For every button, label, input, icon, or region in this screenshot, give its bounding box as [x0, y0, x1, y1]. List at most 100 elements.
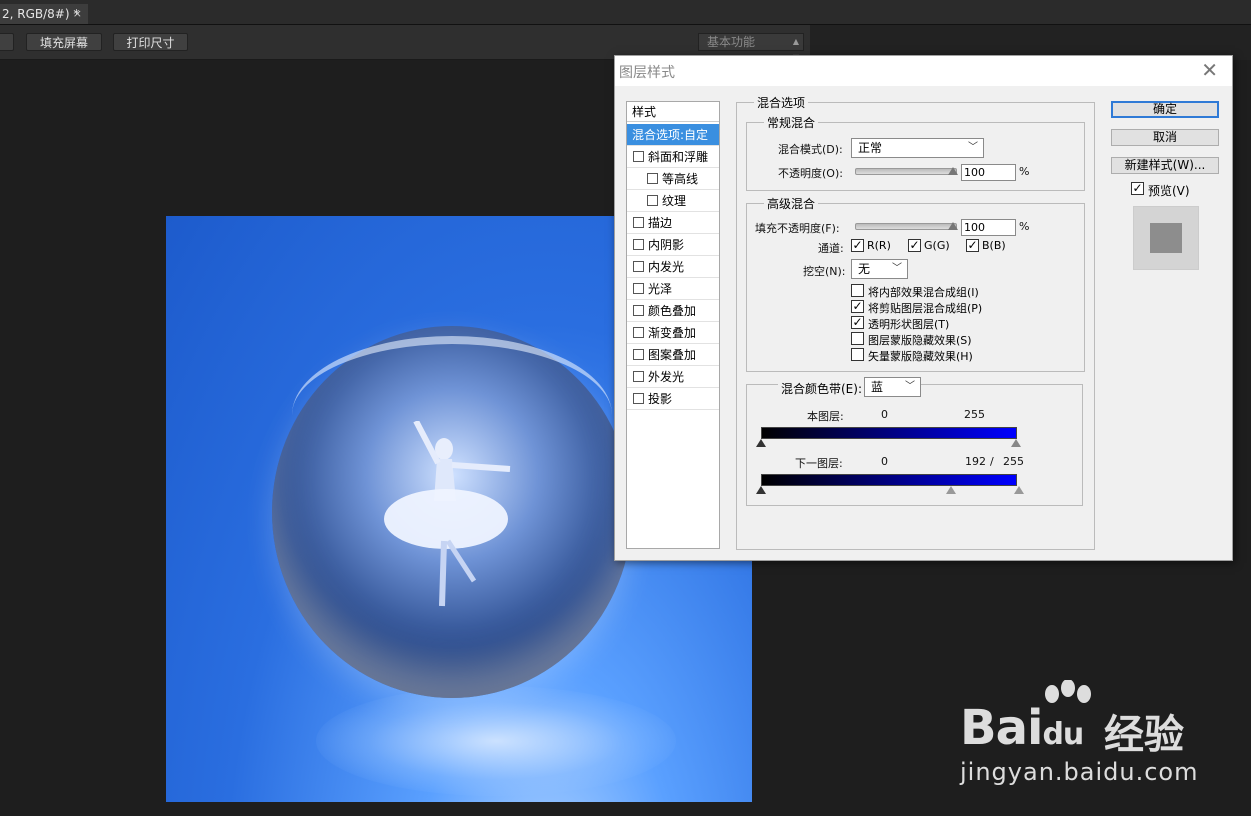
fill-opacity-label: 填充不透明度(F):	[755, 222, 840, 235]
channel-b-checkbox[interactable]: ✓	[966, 239, 979, 252]
knockout-select[interactable]: 无 ﹀	[851, 259, 908, 279]
style-item-checkbox[interactable]	[633, 151, 644, 162]
channel-g-label: G(G)	[924, 239, 950, 252]
advanced-option-label: 矢量蒙版隐藏效果(H)	[868, 350, 973, 363]
document-tab[interactable]: 2, RGB/8#) * ×	[0, 4, 88, 24]
blend-mode-select[interactable]: 正常 ﹀	[851, 138, 984, 158]
crystal-ball	[272, 326, 632, 698]
style-item[interactable]: 外发光	[627, 366, 719, 388]
style-item-label: 斜面和浮雕	[648, 150, 709, 164]
style-item-checkbox[interactable]	[633, 283, 644, 294]
underlying-black-thumb[interactable]	[756, 486, 766, 494]
style-item[interactable]: 混合选项:自定	[627, 124, 719, 146]
fill-opacity-percent: %	[1019, 220, 1030, 233]
advanced-option-checkbox[interactable]	[851, 348, 864, 361]
style-item[interactable]: 内发光	[627, 256, 719, 278]
close-icon[interactable]: ✕	[1201, 58, 1218, 82]
style-item-checkbox[interactable]	[633, 349, 644, 360]
fill-opacity-slider-thumb[interactable]	[948, 222, 958, 230]
this-layer-low-value: 0	[881, 408, 888, 421]
style-item-label: 光泽	[648, 282, 673, 296]
workspace-label: 基本功能	[707, 35, 756, 49]
fill-opacity-input[interactable]: 100	[961, 219, 1016, 236]
channels-label: 通道:	[818, 242, 844, 255]
channel-g-checkbox[interactable]: ✓	[908, 239, 921, 252]
style-item[interactable]: 等高线	[627, 168, 719, 190]
underlying-split-value: 192	[965, 455, 986, 468]
chevron-down-icon: ﹀	[892, 263, 902, 274]
channel-r-checkbox[interactable]: ✓	[851, 239, 864, 252]
style-item[interactable]: 斜面和浮雕	[627, 146, 719, 168]
style-item[interactable]: 内阴影	[627, 234, 719, 256]
underlying-layer-label: 下一图层:	[795, 457, 843, 470]
blend-if-group	[746, 384, 1083, 506]
style-item-checkbox[interactable]	[647, 173, 658, 184]
underlying-slash: /	[990, 455, 994, 468]
underlying-gradient-bar	[761, 474, 1017, 486]
style-item-checkbox[interactable]	[633, 393, 644, 404]
blend-mode-value: 正常	[858, 141, 883, 155]
this-layer-white-thumb[interactable]	[1011, 439, 1021, 447]
opacity-label: 不透明度(O):	[778, 167, 843, 180]
style-item-checkbox[interactable]	[647, 195, 658, 206]
style-list-header[interactable]: 样式	[627, 102, 719, 122]
blend-if-select[interactable]: 蓝 ﹀	[864, 377, 921, 397]
style-item[interactable]: 颜色叠加	[627, 300, 719, 322]
baidu-logo-du: du	[1042, 717, 1084, 752]
this-layer-gradient-bar	[761, 427, 1017, 439]
fill-screen-button[interactable]: 填充屏幕	[26, 33, 102, 51]
cancel-button[interactable]: 取消	[1111, 129, 1219, 146]
style-item-label: 内发光	[648, 260, 685, 274]
style-item-label: 颜色叠加	[648, 304, 697, 318]
close-tab-icon[interactable]: ×	[73, 4, 82, 24]
style-preview-thumbnail	[1133, 206, 1199, 270]
advanced-option-checkbox[interactable]: ✓	[851, 300, 864, 313]
underlying-high-value: 255	[1003, 455, 1024, 468]
opacity-slider-thumb[interactable]	[948, 167, 958, 175]
style-list: 样式 混合选项:自定斜面和浮雕等高线纹理描边内阴影内发光光泽颜色叠加渐变叠加图案…	[626, 101, 720, 549]
knockout-value: 无	[858, 262, 871, 276]
new-style-button[interactable]: 新建样式(W)...	[1111, 157, 1219, 174]
advanced-option-checkbox[interactable]	[851, 332, 864, 345]
style-item[interactable]: 纹理	[627, 190, 719, 212]
workspace-select[interactable]: 基本功能 ▲▼	[698, 33, 804, 62]
document-tab-bar: 2, RGB/8#) * ×	[0, 0, 1251, 25]
underlying-split-thumb[interactable]	[946, 486, 956, 494]
style-item[interactable]: 光泽	[627, 278, 719, 300]
style-item-label: 纹理	[662, 194, 687, 208]
style-item-checkbox[interactable]	[633, 261, 644, 272]
underlying-low-value: 0	[881, 455, 888, 468]
style-item-label: 等高线	[662, 172, 699, 186]
layer-style-dialog: 图层样式 ✕ 样式 混合选项:自定斜面和浮雕等高线纹理描边内阴影内发光光泽颜色叠…	[614, 55, 1233, 561]
toolbar-button-partial[interactable]	[0, 33, 14, 51]
ok-button[interactable]: 确定	[1111, 101, 1219, 118]
chevron-down-icon: ﹀	[968, 142, 978, 153]
style-item[interactable]: 描边	[627, 212, 719, 234]
style-item-checkbox[interactable]	[633, 239, 644, 250]
style-item-checkbox[interactable]	[633, 217, 644, 228]
advanced-option-checkbox[interactable]: ✓	[851, 316, 864, 329]
advanced-option-label: 将内部效果混合成组(I)	[868, 286, 979, 299]
style-item-checkbox[interactable]	[633, 371, 644, 382]
style-item[interactable]: 图案叠加	[627, 344, 719, 366]
style-item[interactable]: 渐变叠加	[627, 322, 719, 344]
opacity-input[interactable]: 100	[961, 164, 1016, 181]
style-item[interactable]: 投影	[627, 388, 719, 410]
advanced-option-checkbox[interactable]	[851, 284, 864, 297]
style-item-label: 描边	[648, 216, 673, 230]
style-item-label: 图案叠加	[648, 348, 697, 362]
fill-opacity-slider[interactable]	[855, 223, 957, 230]
ballerina-figure	[384, 421, 511, 607]
preview-checkbox[interactable]: ✓	[1131, 182, 1144, 195]
this-layer-black-thumb[interactable]	[756, 439, 766, 447]
this-layer-label: 本图层:	[807, 410, 844, 423]
print-size-button[interactable]: 打印尺寸	[113, 33, 188, 51]
underlying-white-thumb[interactable]	[1014, 486, 1024, 494]
document-tab-label: 2, RGB/8#) *	[2, 7, 80, 21]
opacity-slider[interactable]	[855, 168, 957, 175]
style-item-checkbox[interactable]	[633, 327, 644, 338]
general-blending-title: 常规混合	[764, 114, 819, 131]
dialog-titlebar: 图层样式 ✕	[615, 56, 1232, 86]
style-item-label: 内阴影	[648, 238, 685, 252]
style-item-checkbox[interactable]	[633, 305, 644, 316]
